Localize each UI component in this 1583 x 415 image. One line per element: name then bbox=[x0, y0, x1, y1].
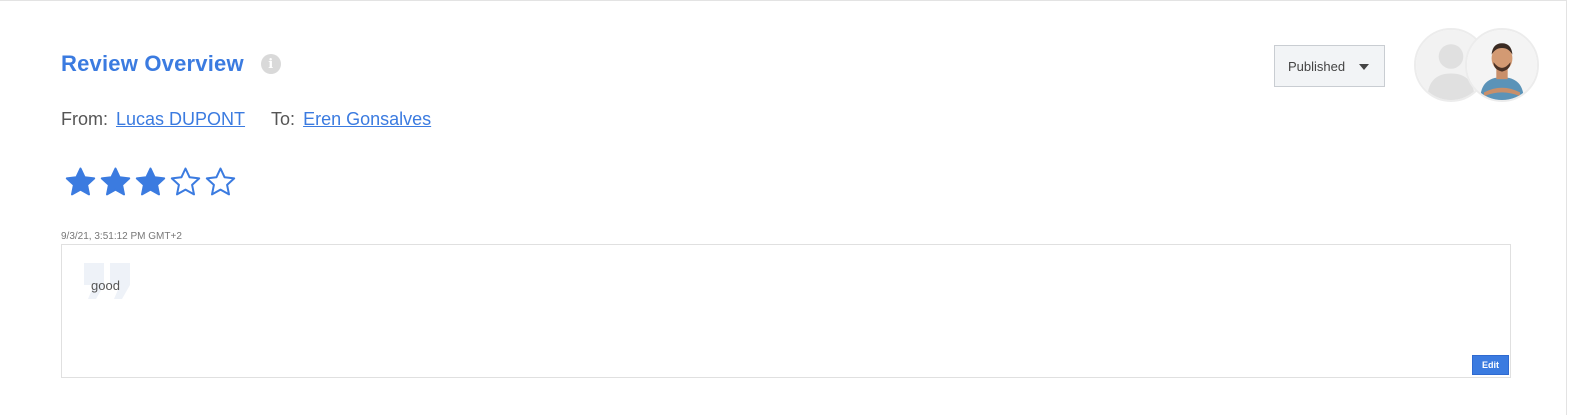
status-selected-value: Published bbox=[1288, 58, 1346, 74]
star-empty-icon[interactable] bbox=[169, 165, 202, 198]
review-comment-text: good bbox=[91, 278, 120, 293]
edit-button[interactable]: Edit bbox=[1472, 355, 1509, 375]
to-label: To: bbox=[271, 109, 296, 129]
to-user-link[interactable]: Eren Gonsalves bbox=[303, 109, 431, 130]
review-timestamp: 9/3/21, 3:51:12 PM GMT+2 bbox=[61, 231, 182, 242]
caret-down-icon bbox=[1359, 64, 1369, 70]
star-empty-icon[interactable] bbox=[204, 165, 237, 198]
star-rating bbox=[64, 165, 237, 198]
from-label: From: bbox=[61, 109, 108, 129]
user-photo-icon bbox=[1467, 30, 1537, 100]
review-comment-box: good Edit bbox=[61, 244, 1511, 378]
from-user-link[interactable]: Lucas DUPONT bbox=[116, 109, 245, 130]
star-filled-icon[interactable] bbox=[99, 165, 132, 198]
review-panel: Review Overview i From: Lucas DUPONT To:… bbox=[0, 0, 1567, 415]
status-dropdown[interactable]: Published bbox=[1274, 45, 1385, 87]
from-to-row: From: Lucas DUPONT To: Eren Gonsalves bbox=[61, 109, 431, 130]
user-avatar[interactable] bbox=[1465, 28, 1539, 102]
title-row: Review Overview i bbox=[61, 51, 281, 77]
star-filled-icon[interactable] bbox=[64, 165, 97, 198]
info-icon[interactable]: i bbox=[260, 54, 281, 74]
avatar-group bbox=[1414, 28, 1544, 104]
star-filled-icon[interactable] bbox=[134, 165, 167, 198]
page-title: Review Overview bbox=[61, 51, 244, 76]
